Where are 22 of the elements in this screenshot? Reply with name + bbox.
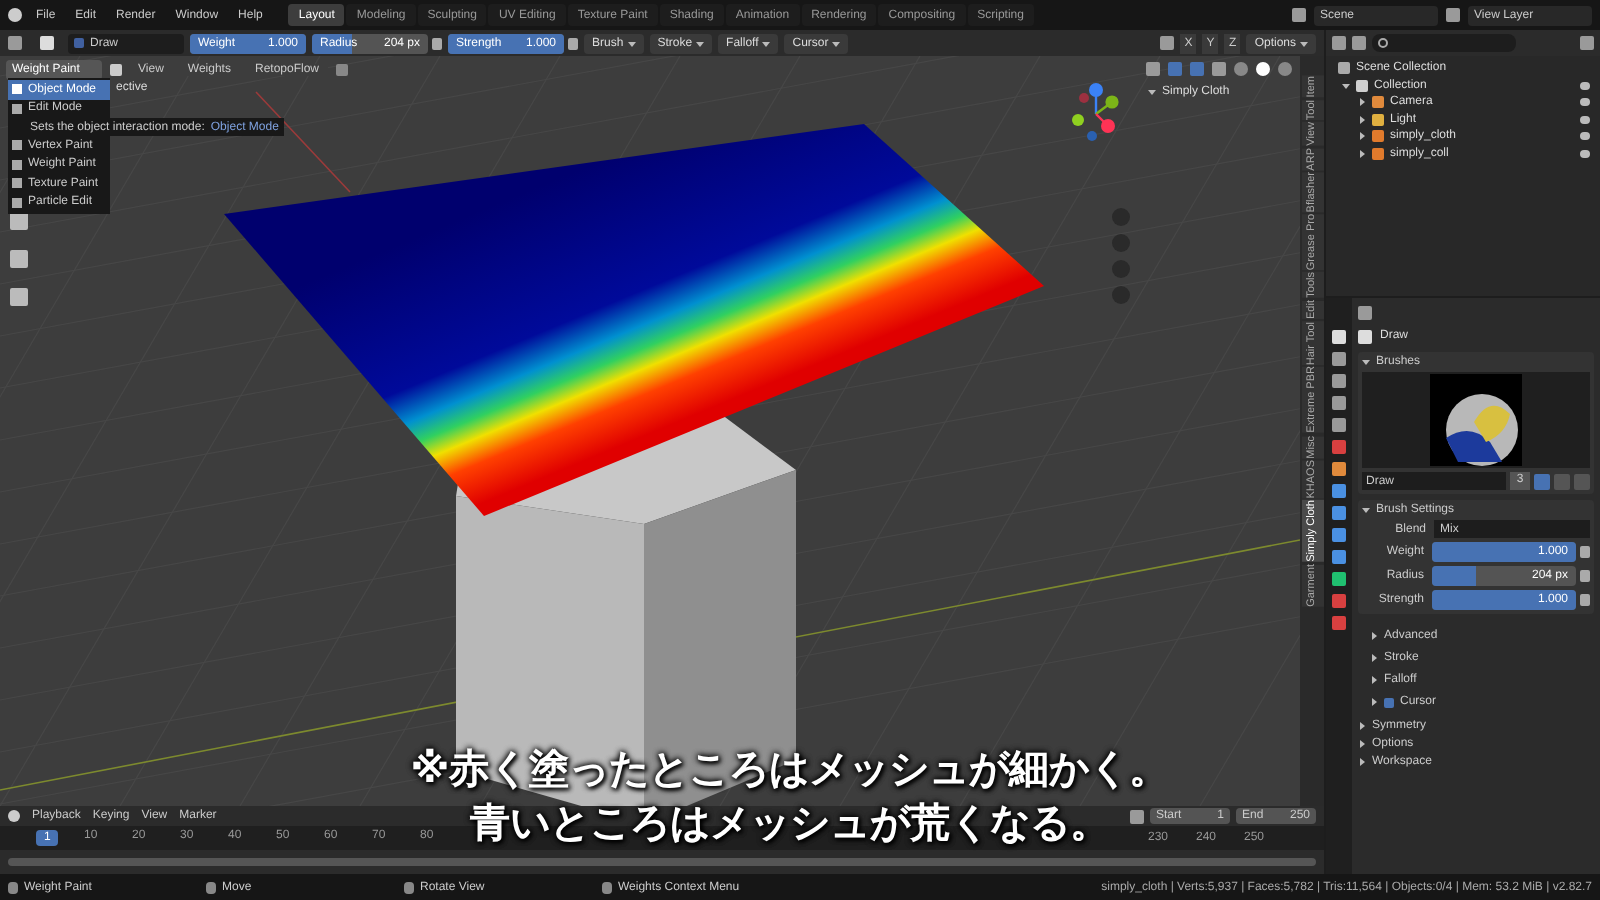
sphere-preview-drawing	[1430, 374, 1522, 466]
caret-right-icon	[1358, 722, 1366, 730]
caret-right-icon	[1370, 654, 1378, 662]
caret-right-icon	[1358, 758, 1366, 766]
subtitle-line: 青いところはメッシュが荒くなる。	[470, 798, 1110, 846]
caret-down-icon	[832, 39, 841, 47]
caret-right-icon	[1358, 740, 1366, 748]
caret-down-icon	[1362, 358, 1370, 366]
checkbox[interactable]	[1384, 697, 1394, 707]
caret-down-icon	[696, 39, 705, 47]
caret-down-icon	[762, 39, 771, 47]
caret-right-icon	[1370, 698, 1378, 706]
caret-right-icon	[1370, 632, 1378, 640]
search-field[interactable]	[1372, 34, 1516, 52]
caret-down-icon	[1148, 88, 1156, 96]
caret-down-icon	[627, 39, 636, 47]
timeline-scrollbar[interactable]	[8, 858, 1316, 866]
brush-preview[interactable]	[1362, 372, 1590, 468]
caret-down-icon	[1362, 506, 1370, 514]
caret-down-icon	[1300, 39, 1308, 47]
caret-right-icon	[1370, 676, 1378, 684]
search-icon	[1378, 38, 1388, 48]
